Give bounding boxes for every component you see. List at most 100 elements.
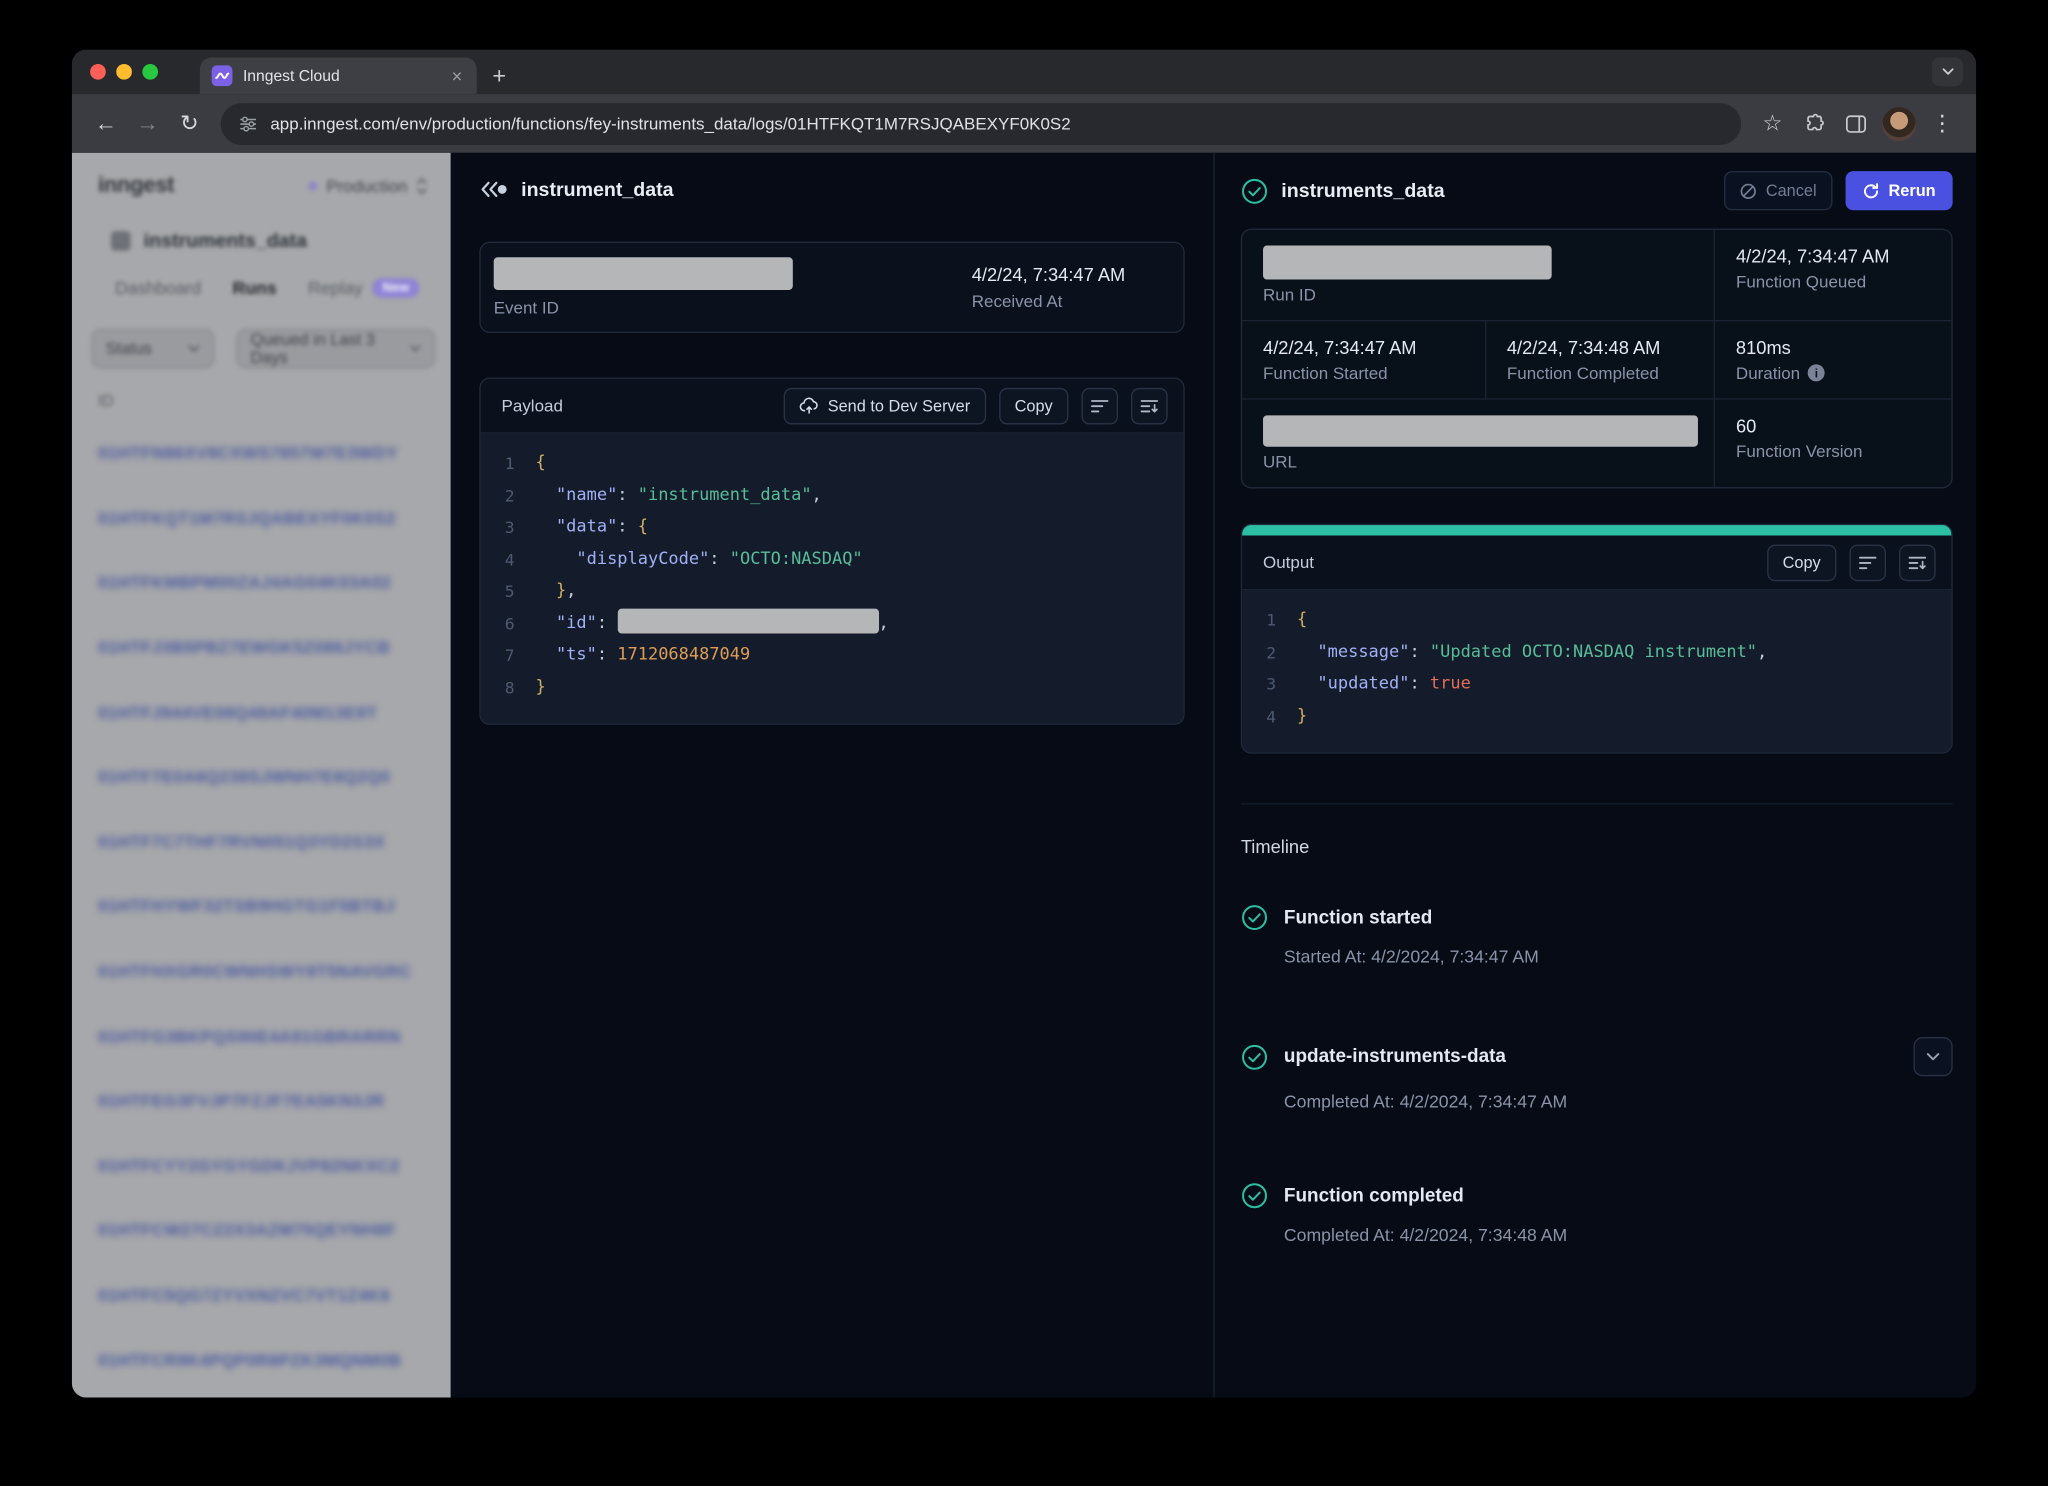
new-tab-button[interactable]: + xyxy=(492,64,506,88)
tab-replay[interactable]: Replay New xyxy=(308,278,420,298)
url-text: app.inngest.com/env/production/functions… xyxy=(270,114,1070,134)
browser-tab-strip: Inngest Cloud × + xyxy=(72,50,1976,94)
output-expand-view-button[interactable] xyxy=(1899,544,1936,581)
status-filter-label: Status xyxy=(106,340,152,358)
chevron-down-icon xyxy=(188,345,200,353)
run-id-item[interactable]: 01HTFN86XV8CXWS7857W7E3WDY xyxy=(72,421,451,486)
run-id-item[interactable]: 01HTFHYWF32TSB9HGTG1F5BTBJ xyxy=(72,874,451,939)
profile-avatar[interactable] xyxy=(1882,106,1916,140)
copy-label: Copy xyxy=(1783,553,1821,571)
code-line: 7 "ts": 1712068487049 xyxy=(481,640,1184,672)
browser-toolbar: ← → ↻ app.inngest.com/env/production/fun… xyxy=(72,94,1976,153)
cancel-button[interactable]: Cancel xyxy=(1724,171,1832,210)
send-to-dev-server-button[interactable]: Send to Dev Server xyxy=(783,387,986,424)
bookmark-star-icon[interactable]: ☆ xyxy=(1752,103,1794,145)
function-version-value: 60 xyxy=(1736,415,1930,436)
timeline-item: Function completed Completed At: 4/2/202… xyxy=(1241,1182,1953,1245)
window-zoom-button[interactable] xyxy=(142,64,158,80)
rerun-button[interactable]: Rerun xyxy=(1845,171,1952,210)
duration-info-icon[interactable]: i xyxy=(1808,364,1825,381)
step-completed-icon xyxy=(1241,1043,1268,1070)
send-to-dev-server-label: Send to Dev Server xyxy=(828,396,970,414)
run-id-item[interactable]: 01HTF7C7THF7RVN051Q3YD2S3X xyxy=(72,809,451,874)
chevron-down-icon xyxy=(410,345,421,353)
timeline-item-subtitle: Completed At: 4/2/2024, 7:34:48 AM xyxy=(1284,1225,1953,1245)
cancel-icon xyxy=(1740,182,1757,199)
scroll-to-bottom-icon xyxy=(1908,554,1926,570)
output-title: Output xyxy=(1263,552,1314,572)
event-icon xyxy=(479,180,508,198)
output-wrap-lines-button[interactable] xyxy=(1849,544,1886,581)
function-version-label: Function Version xyxy=(1736,441,1930,461)
url-label: URL xyxy=(1263,452,1693,472)
code-line: 5 }, xyxy=(481,576,1184,608)
tab-runs[interactable]: Runs xyxy=(233,278,277,298)
step-completed-icon xyxy=(1241,904,1268,931)
extensions-icon[interactable] xyxy=(1793,103,1835,145)
timeline-item: Function started Started At: 4/2/2024, 7… xyxy=(1241,904,1953,967)
wrap-lines-button[interactable] xyxy=(1081,387,1118,424)
function-started-label: Function Started xyxy=(1263,363,1464,383)
run-id-list: 01HTFN86XV8CXWS7857W7E3WDY01HTFKQT1M7RSJ… xyxy=(72,421,451,1393)
copy-label: Copy xyxy=(1015,396,1053,414)
code-line: 2 "message": "Updated OCTO:NASDAQ instru… xyxy=(1242,637,1951,669)
function-completed-value: 4/2/24, 7:34:48 AM xyxy=(1507,337,1693,358)
expand-step-button[interactable] xyxy=(1913,1037,1952,1076)
environment-status-dot xyxy=(308,181,317,190)
run-id-item[interactable]: 01HTFG3BKPQS90E4A91GBRARRN xyxy=(72,1004,451,1069)
code-line: 4} xyxy=(1242,701,1951,733)
run-id-item[interactable]: 01HTFCYY2GYGYGDKJVP82NKXC2 xyxy=(72,1133,451,1198)
status-completed-icon xyxy=(1241,177,1268,204)
run-id-item[interactable]: 01HTFJ944VE08Q48AF40M13E9T xyxy=(72,680,451,745)
reload-button[interactable]: ↻ xyxy=(168,103,210,145)
expand-view-button[interactable] xyxy=(1131,387,1168,424)
function-queued-label: Function Queued xyxy=(1736,272,1930,292)
timeline-item-title: Function completed xyxy=(1284,1185,1464,1206)
run-id-item[interactable]: 01HTFEG3FVJP7FZJF7EA5KN3JR xyxy=(72,1068,451,1133)
chevron-down-icon xyxy=(1927,1052,1940,1061)
event-id-card: Event ID 4/2/24, 7:34:47 AM Received At xyxy=(479,242,1184,333)
wrap-lines-icon xyxy=(1859,554,1877,570)
rerun-label: Rerun xyxy=(1888,182,1935,200)
timeline-item-title: update-instruments-data xyxy=(1284,1046,1506,1067)
code-line: 8} xyxy=(481,672,1184,704)
inngest-logo[interactable]: inngest xyxy=(98,172,174,198)
run-id-item[interactable]: 01HTFKMBPM00ZAJ4AG04K03A02 xyxy=(72,550,451,615)
received-at-value: 4/2/24, 7:34:47 AM xyxy=(972,264,1171,285)
window-minimize-button[interactable] xyxy=(116,64,132,80)
date-range-filter[interactable]: Queued in Last 3 Days xyxy=(236,329,435,368)
tab-close-icon[interactable]: × xyxy=(449,67,465,85)
inngest-app: inngest Production instruments_data Dash… xyxy=(72,153,1976,1398)
browser-tab[interactable]: Inngest Cloud × xyxy=(200,57,477,94)
tab-dashboard[interactable]: Dashboard xyxy=(115,278,201,298)
output-copy-button[interactable]: Copy xyxy=(1767,544,1836,581)
tab-search-button[interactable] xyxy=(1932,57,1963,86)
environment-selector[interactable]: Production xyxy=(308,176,427,196)
run-id-item[interactable]: 01HTFKQT1M7RSJQABEXYF0K0S2 xyxy=(72,485,451,550)
tab-title: Inngest Cloud xyxy=(243,67,439,85)
code-line: 2 "name": "instrument_data", xyxy=(481,480,1184,512)
run-id-item[interactable]: 01HTFCR9K4PQP0R8PZK3MQNM0B xyxy=(72,1327,451,1392)
success-accent-bar xyxy=(1242,525,1951,535)
run-id-item[interactable]: 01HTFHXGR0CWNHSWY8T5NAVGRC xyxy=(72,939,451,1004)
code-line: 6 "id": , xyxy=(481,608,1184,640)
payload-copy-button[interactable]: Copy xyxy=(999,387,1068,424)
function-started-value: 4/2/24, 7:34:47 AM xyxy=(1263,337,1464,358)
back-button[interactable]: ← xyxy=(85,103,127,145)
browser-menu-icon[interactable]: ⋮ xyxy=(1921,103,1963,145)
site-info-icon[interactable] xyxy=(239,116,257,132)
inngest-favicon-icon xyxy=(212,65,233,86)
run-id-item[interactable]: 01HTF7E0A6Q238SJWNH7E8Q2Q0 xyxy=(72,744,451,809)
run-id-item[interactable]: 01HTFCW27CZ2X3AZM75QEYNH8F xyxy=(72,1198,451,1263)
address-bar[interactable]: app.inngest.com/env/production/functions… xyxy=(221,103,1741,145)
status-filter[interactable]: Status xyxy=(91,329,214,368)
output-code: 1{2 "message": "Updated OCTO:NASDAQ inst… xyxy=(1242,590,1951,752)
run-id-item[interactable]: 01HTFC5QG7ZYVXNZVC7VT1Z4K6 xyxy=(72,1263,451,1328)
window-close-button[interactable] xyxy=(90,64,106,80)
run-info-card: Run ID 4/2/24, 7:34:47 AM Function Queue… xyxy=(1241,229,1953,489)
cloud-upload-icon xyxy=(799,397,819,414)
run-id-item[interactable]: 01HTFJ3B5PBZ7EWGK5Z086JYCB xyxy=(72,615,451,680)
forward-button[interactable]: → xyxy=(127,103,169,145)
redacted-run-id xyxy=(1263,246,1552,280)
side-panel-icon[interactable] xyxy=(1835,103,1877,145)
